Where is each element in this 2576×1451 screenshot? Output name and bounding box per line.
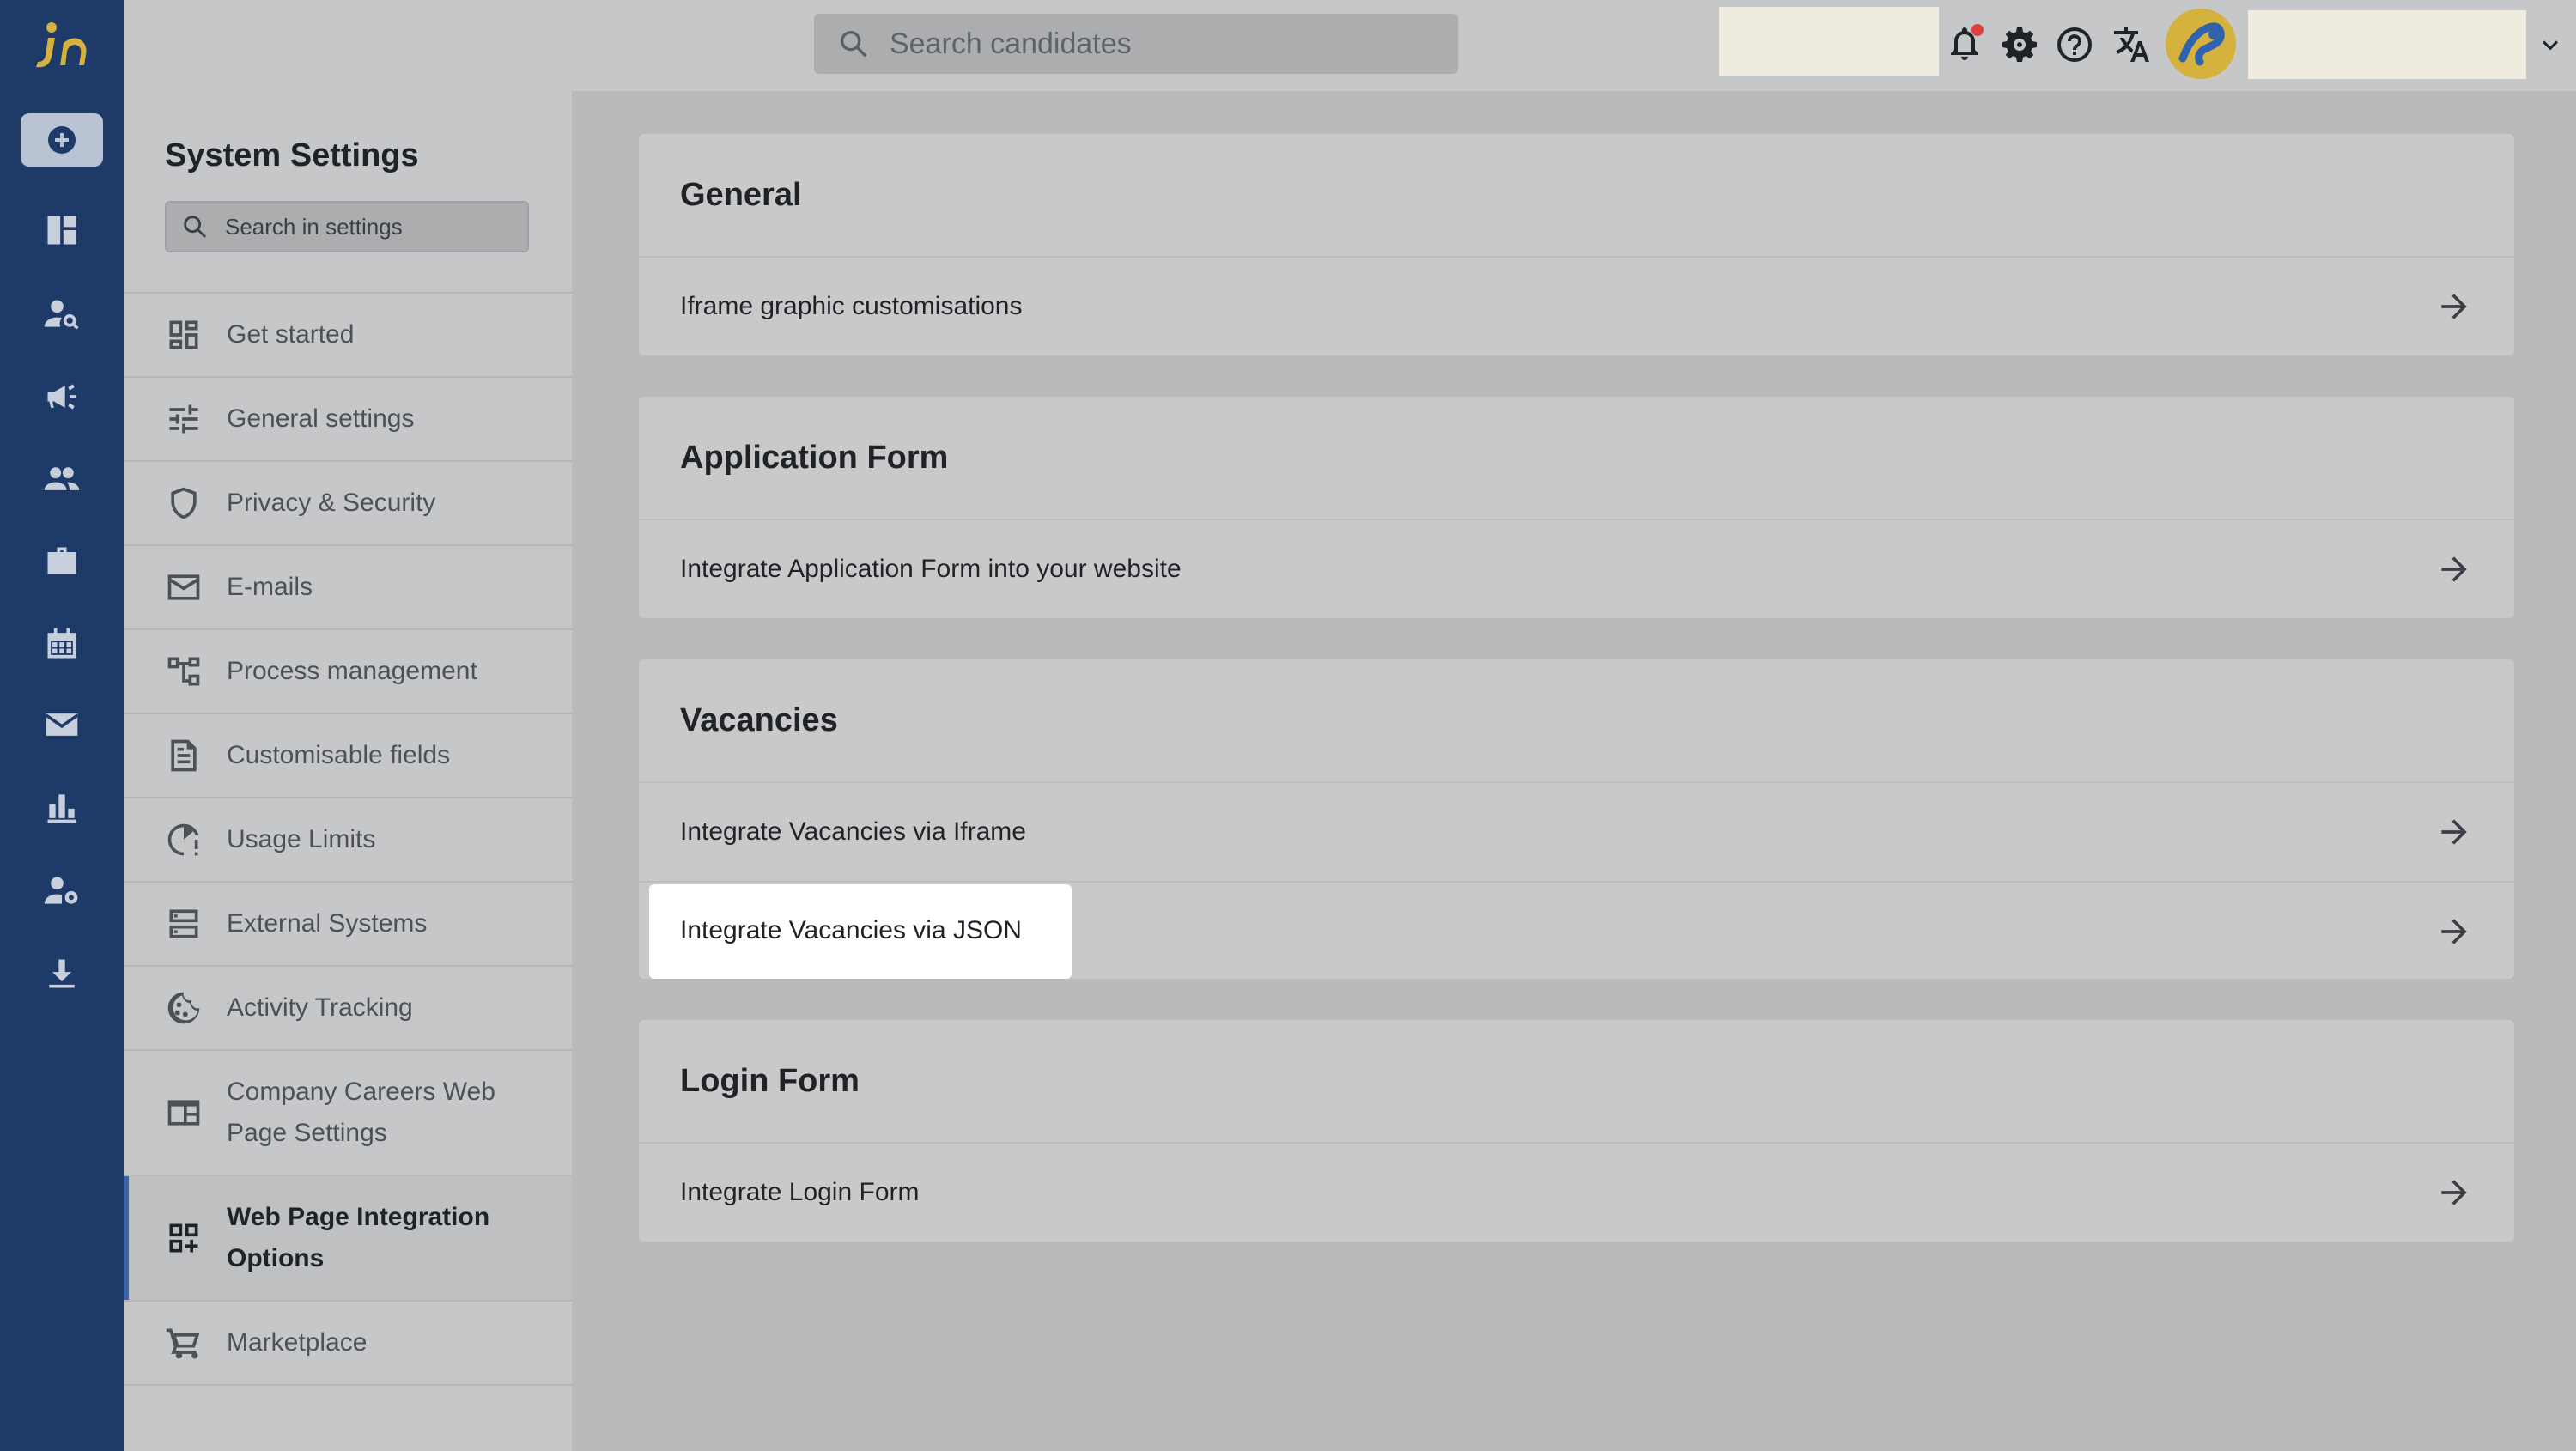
settings-search-input[interactable] bbox=[225, 213, 517, 240]
dashboard-icon[interactable] bbox=[41, 209, 82, 251]
sidebar-item-marketplace[interactable]: Marketplace bbox=[124, 1302, 572, 1386]
sidebar-item-privacy-security[interactable]: Privacy & Security bbox=[124, 462, 572, 546]
notification-dot bbox=[1971, 24, 1984, 36]
chevron-down-icon[interactable] bbox=[2535, 31, 2566, 62]
web-page-icon bbox=[165, 1094, 203, 1132]
dashboard-grid-icon bbox=[165, 316, 203, 354]
calendar-icon[interactable] bbox=[41, 623, 82, 665]
candidate-search-icon[interactable] bbox=[41, 294, 82, 335]
user-avatar[interactable] bbox=[2166, 9, 2236, 79]
cart-icon bbox=[165, 1324, 203, 1362]
section-title: Application Form bbox=[680, 439, 949, 476]
redacted-box bbox=[2248, 10, 2526, 79]
sidebar-item-company-careers-web-page-settings[interactable]: Company Careers Web Page Settings bbox=[124, 1051, 572, 1176]
gauge-icon bbox=[165, 821, 203, 859]
sidebar-item-usage-limits[interactable]: Usage Limits bbox=[124, 798, 572, 883]
analytics-icon[interactable] bbox=[41, 786, 82, 828]
people-icon[interactable] bbox=[41, 458, 82, 500]
section-title: Vacancies bbox=[680, 701, 838, 738]
section-card-login-form: Login Form Integrate Login Form bbox=[639, 1020, 2514, 1242]
sidebar-item-web-page-integration-options[interactable]: Web Page Integration Options bbox=[124, 1176, 572, 1302]
flow-icon bbox=[165, 653, 203, 690]
list-item[interactable]: Integrate Vacancies via JSON bbox=[639, 881, 2514, 979]
sidebar-item-get-started[interactable]: Get started bbox=[124, 294, 572, 378]
sidebar-item-customisable-fields[interactable]: Customisable fields bbox=[124, 714, 572, 798]
section-title: Login Form bbox=[680, 1062, 860, 1099]
document-icon bbox=[165, 737, 203, 774]
left-rail bbox=[0, 0, 124, 1451]
settings-menu: Get started General settings Privacy & S… bbox=[124, 292, 572, 1386]
candidate-search-input[interactable] bbox=[890, 27, 1405, 61]
sidebar-item-external-systems[interactable]: External Systems bbox=[124, 883, 572, 967]
arrow-right-icon bbox=[2435, 550, 2473, 588]
megaphone-icon[interactable] bbox=[41, 376, 82, 417]
section-card-general: General Iframe graphic customisations bbox=[639, 134, 2514, 355]
widgets-icon bbox=[165, 1219, 203, 1257]
app-logo[interactable] bbox=[26, 19, 98, 74]
server-icon bbox=[165, 905, 203, 943]
sidebar-item-general-settings[interactable]: General settings bbox=[124, 378, 572, 462]
briefcase-icon[interactable] bbox=[41, 541, 82, 582]
search-icon bbox=[184, 216, 207, 239]
list-item[interactable]: Integrate Vacancies via Iframe bbox=[639, 783, 2514, 881]
envelope-icon[interactable] bbox=[41, 704, 82, 745]
sidebar-item-activity-tracking[interactable]: Activity Tracking bbox=[124, 967, 572, 1051]
candidate-search[interactable] bbox=[814, 14, 1458, 74]
arrow-right-icon bbox=[2435, 288, 2473, 325]
user-settings-icon[interactable] bbox=[41, 871, 82, 912]
list-item[interactable]: Integrate Login Form bbox=[639, 1144, 2514, 1242]
section-card-vacancies: Vacancies Integrate Vacancies via Iframe… bbox=[639, 659, 2514, 979]
bell-icon[interactable] bbox=[1944, 24, 1985, 65]
page-title: System Settings bbox=[165, 137, 419, 173]
arrow-right-icon bbox=[2435, 1174, 2473, 1211]
section-title: General bbox=[680, 176, 802, 213]
download-icon[interactable] bbox=[41, 953, 82, 994]
arrow-right-icon bbox=[2435, 913, 2473, 950]
settings-search[interactable] bbox=[165, 201, 529, 252]
section-card-application-form: Application Form Integrate Application F… bbox=[639, 397, 2514, 618]
arrow-right-icon bbox=[2435, 813, 2473, 851]
add-icon bbox=[48, 126, 76, 154]
redacted-box bbox=[1719, 7, 1939, 76]
list-item[interactable]: Integrate Application Form into your web… bbox=[639, 520, 2514, 618]
gear-icon[interactable] bbox=[1999, 24, 2040, 65]
translate-icon[interactable] bbox=[2109, 24, 2150, 65]
sidebar-item-process-management[interactable]: Process management bbox=[124, 630, 572, 714]
cookie-icon bbox=[165, 989, 203, 1027]
sidebar-item-e-mails[interactable]: E-mails bbox=[124, 546, 572, 630]
sliders-icon bbox=[165, 400, 203, 438]
list-item[interactable]: Iframe graphic customisations bbox=[639, 258, 2514, 355]
help-icon[interactable] bbox=[2054, 24, 2095, 65]
create-new-button[interactable] bbox=[21, 113, 103, 167]
settings-sidebar: System Settings Get started General sett… bbox=[124, 91, 572, 1451]
search-icon bbox=[841, 31, 867, 58]
shield-icon bbox=[165, 484, 203, 522]
mail-icon bbox=[165, 568, 203, 606]
